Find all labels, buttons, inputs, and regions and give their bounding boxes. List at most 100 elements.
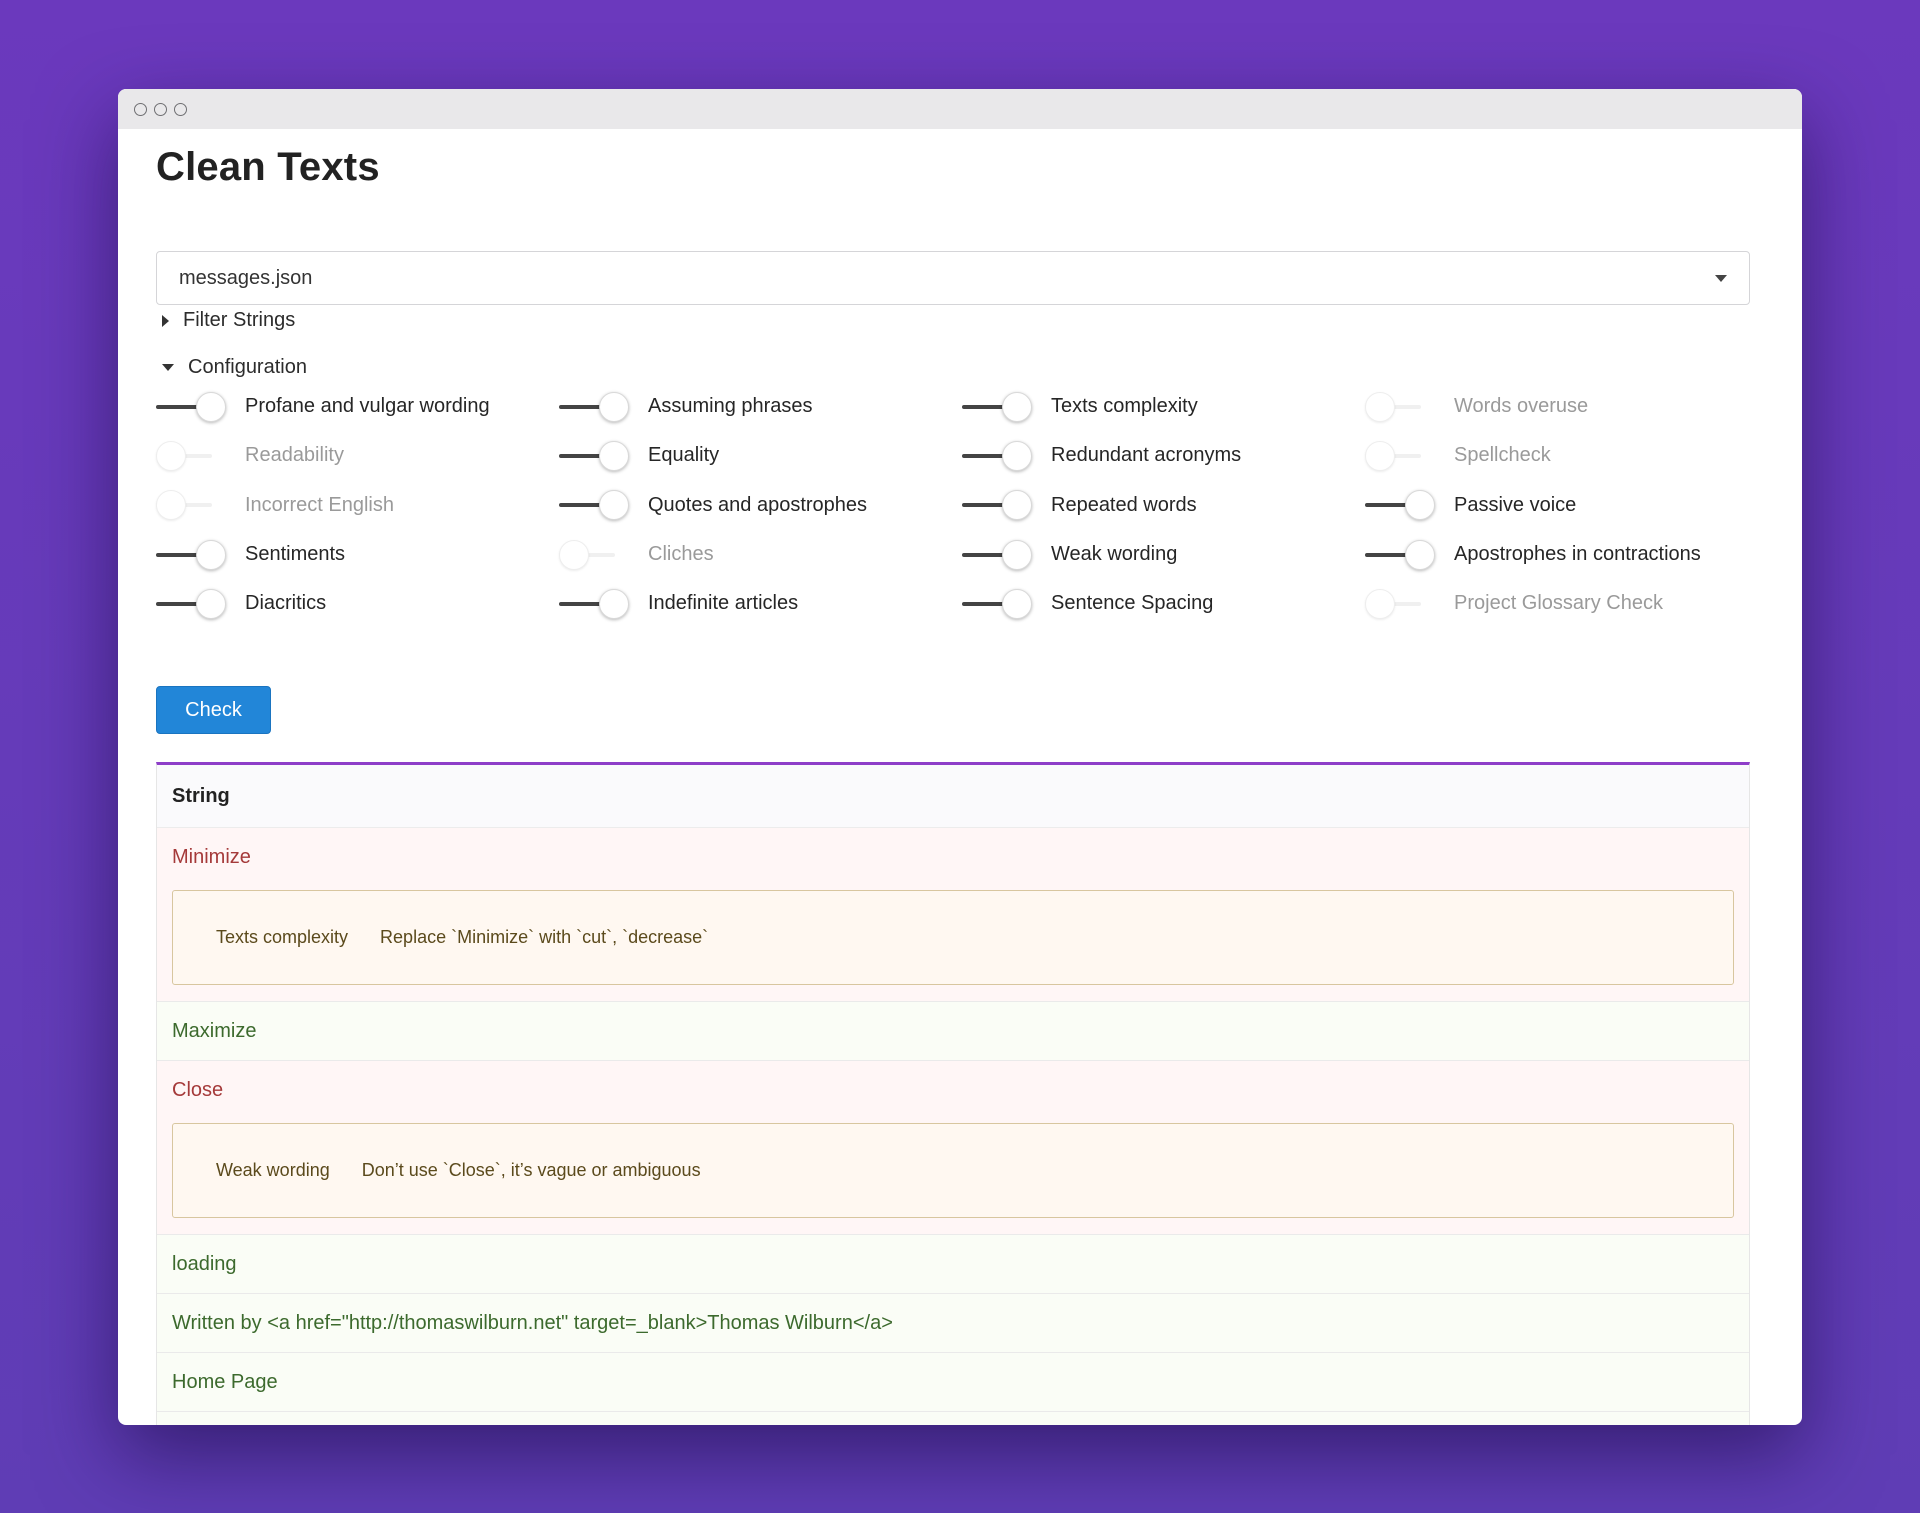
toggle-label: Sentiments — [245, 543, 346, 566]
toggle-item[interactable]: Profane and vulgar wording — [156, 382, 559, 431]
window-maximize-icon[interactable] — [174, 102, 187, 116]
toggle-label: Equality — [648, 444, 720, 467]
toggle-knob[interactable] — [1365, 440, 1395, 471]
toggle-switch[interactable] — [1365, 490, 1435, 521]
toggle-knob[interactable] — [559, 539, 589, 570]
toggle-switch[interactable] — [156, 391, 226, 422]
file-select[interactable]: messages.json — [156, 251, 1750, 305]
toggle-switch[interactable] — [962, 539, 1032, 570]
toggle-item[interactable]: Weak wording — [962, 530, 1365, 579]
toggle-item[interactable]: Diacritics — [156, 579, 559, 628]
results-table: String Minimize Texts complexity Replace `… — [156, 762, 1750, 1425]
toggle-knob[interactable] — [1002, 391, 1032, 422]
toggle-switch[interactable] — [962, 490, 1032, 521]
results-body: Minimize Texts complexity Replace `Minimiz… — [157, 828, 1749, 1425]
toggle-item[interactable]: Incorrect English — [156, 481, 559, 530]
toggle-knob[interactable] — [156, 440, 186, 471]
app-window: Clean Texts messages.json Filter Strings… — [118, 89, 1802, 1425]
toggle-switch[interactable] — [1365, 391, 1435, 422]
toggle-item[interactable]: Spellcheck — [1365, 431, 1768, 480]
configuration-toggle[interactable]: Configuration — [162, 356, 307, 379]
check-button[interactable]: Check — [156, 686, 271, 734]
toggle-label: Texts complexity — [1051, 395, 1198, 418]
toggle-label: Redundant acronyms — [1051, 444, 1242, 467]
toggle-switch[interactable] — [1365, 440, 1435, 471]
toggle-switch[interactable] — [1365, 588, 1435, 619]
issue-box: Texts complexity Replace `Minimize` with … — [172, 890, 1734, 985]
toggle-switch[interactable] — [156, 490, 226, 521]
toggle-switch[interactable] — [559, 588, 629, 619]
issue-message: Replace `Minimize` with `cut`, `decrease… — [380, 927, 709, 947]
toggle-knob[interactable] — [599, 391, 629, 422]
toggle-switch[interactable] — [1365, 539, 1435, 570]
toggle-item[interactable]: Assuming phrases — [559, 382, 962, 431]
toggle-item[interactable]: Apostrophes in contractions — [1365, 530, 1768, 579]
toggle-item[interactable]: Sentence Spacing — [962, 579, 1365, 628]
toggle-switch[interactable] — [559, 391, 629, 422]
toggle-item[interactable]: Words overuse — [1365, 382, 1768, 431]
toggle-knob[interactable] — [1405, 490, 1435, 521]
toggle-label: Readability — [245, 444, 344, 467]
issue-rule: Texts complexity — [216, 927, 349, 947]
toggle-switch[interactable] — [962, 440, 1032, 471]
toggle-knob[interactable] — [1365, 588, 1395, 619]
results-header: String — [157, 765, 1749, 828]
toggle-switch[interactable] — [962, 391, 1032, 422]
toggle-label: Passive voice — [1454, 493, 1577, 516]
toggle-item[interactable]: Cliches — [559, 530, 962, 579]
filter-strings-toggle[interactable]: Filter Strings — [162, 309, 295, 332]
toggle-switch[interactable] — [559, 539, 629, 570]
toggle-item[interactable]: Quotes and apostrophes — [559, 481, 962, 530]
toggle-knob[interactable] — [196, 391, 226, 422]
toggle-label: Repeated words — [1051, 493, 1197, 516]
table-row: Support — [157, 1412, 1749, 1425]
toggle-switch[interactable] — [156, 588, 226, 619]
row-string: Home Page — [172, 1370, 278, 1393]
table-row: Minimize Texts complexity Replace `Minimiz… — [157, 828, 1749, 1002]
toggle-item[interactable]: Readability — [156, 431, 559, 480]
toggle-item[interactable]: Texts complexity — [962, 382, 1365, 431]
toggle-label: Quotes and apostrophes — [648, 493, 868, 516]
window-titlebar — [118, 89, 1802, 129]
toggle-knob[interactable] — [196, 539, 226, 570]
toggle-label: Incorrect English — [245, 493, 394, 516]
toggle-knob[interactable] — [1365, 391, 1395, 422]
toggle-item[interactable]: Project Glossary Check — [1365, 579, 1768, 628]
toggle-item[interactable]: Redundant acronyms — [962, 431, 1365, 480]
row-string: Written by <a href="http://thomaswilburn… — [172, 1311, 893, 1334]
toggle-knob[interactable] — [599, 588, 629, 619]
toggle-switch[interactable] — [962, 588, 1032, 619]
toggle-item[interactable]: Passive voice — [1365, 481, 1768, 530]
toggle-knob[interactable] — [1405, 539, 1435, 570]
caret-down-icon — [162, 364, 174, 371]
toggle-knob[interactable] — [196, 588, 226, 619]
toggle-knob[interactable] — [599, 490, 629, 521]
issue-box: Weak wording Don’t use `Close`, it’s vagu… — [172, 1123, 1734, 1218]
toggle-label: Indefinite articles — [648, 592, 799, 615]
toggle-item[interactable]: Equality — [559, 431, 962, 480]
window-close-icon[interactable] — [134, 102, 147, 116]
toggle-switch[interactable] — [156, 440, 226, 471]
toggle-knob[interactable] — [1002, 440, 1032, 471]
toggle-switch[interactable] — [559, 440, 629, 471]
toggle-knob[interactable] — [156, 490, 186, 521]
row-string: Minimize — [172, 846, 251, 868]
window-minimize-icon[interactable] — [154, 102, 167, 116]
toggle-label: Profane and vulgar wording — [245, 395, 490, 418]
toggle-switch[interactable] — [559, 490, 629, 521]
toggle-label: Project Glossary Check — [1454, 592, 1663, 615]
toggle-knob[interactable] — [1002, 588, 1032, 619]
toggle-knob[interactable] — [1002, 490, 1032, 521]
row-string: Close — [172, 1079, 224, 1101]
issue-rule: Weak wording — [216, 1160, 330, 1180]
toggle-knob[interactable] — [599, 440, 629, 471]
toggle-switch[interactable] — [156, 539, 226, 570]
toggle-item[interactable]: Indefinite articles — [559, 579, 962, 628]
toggle-knob[interactable] — [1002, 539, 1032, 570]
toggle-item[interactable]: Sentiments — [156, 530, 559, 579]
configuration-grid: Profane and vulgar wording Assuming phras… — [156, 382, 1750, 628]
toggle-item[interactable]: Repeated words — [962, 481, 1365, 530]
table-row: Written by <a href="http://thomaswilburn… — [157, 1294, 1749, 1353]
toggle-label: Words overuse — [1454, 395, 1589, 418]
toggle-label: Assuming phrases — [648, 395, 813, 418]
